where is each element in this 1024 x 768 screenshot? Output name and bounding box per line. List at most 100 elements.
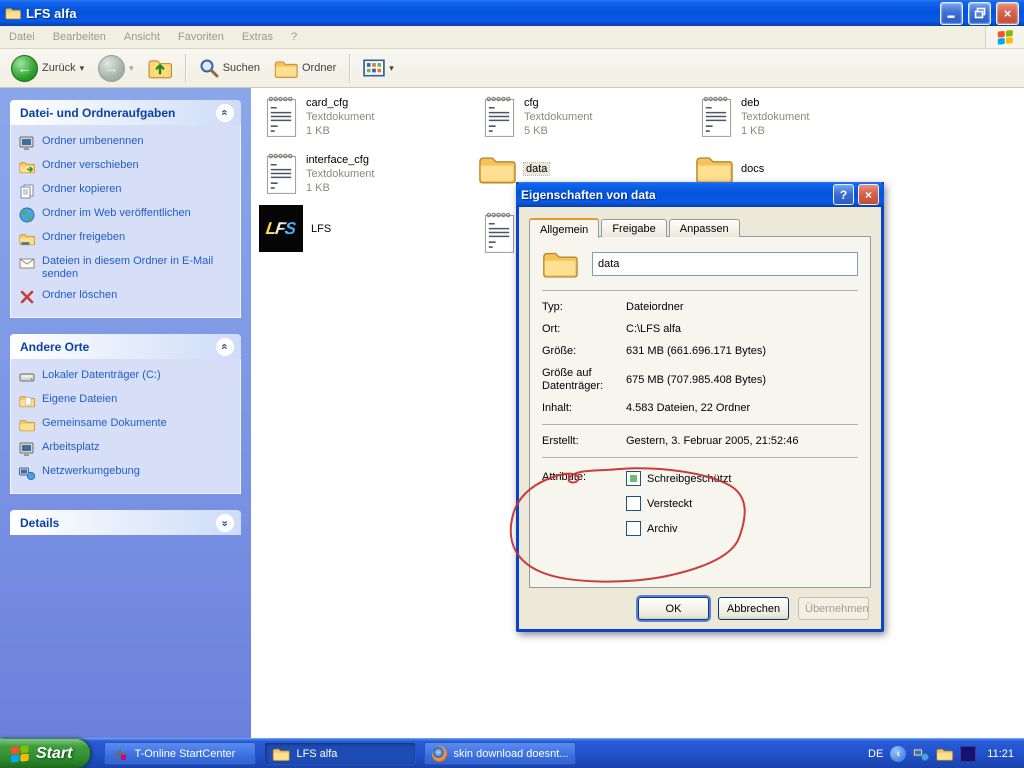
sidebar-item-network[interactable]: Netzwerkumgebung: [19, 465, 232, 481]
sidebar-item-local-disk-c[interactable]: Lokaler Datenträger (C:): [19, 369, 232, 385]
tab-anpassen[interactable]: Anpassen: [668, 219, 740, 237]
taskbar-item-firefox[interactable]: skin download doesnt...: [424, 742, 577, 765]
panel-title: Andere Orte: [20, 339, 90, 354]
checkbox-archiv[interactable]: Archiv: [626, 521, 731, 536]
language-indicator[interactable]: DE: [868, 748, 883, 760]
file-card_cfg[interactable]: card_cfg Textdokument 1 KB: [265, 94, 374, 139]
file-hidden-document[interactable]: [483, 210, 516, 255]
checkbox-empty-icon[interactable]: [626, 496, 641, 511]
property-row-ort: Ort: C:\LFS alfa: [542, 323, 682, 335]
forward-dropdown-icon: ▾: [129, 62, 134, 73]
dialog-title: Eigenschaften von data: [521, 187, 656, 202]
dialog-titlebar[interactable]: Eigenschaften von data ? ×: [516, 182, 884, 207]
up-folder-icon: [148, 57, 172, 79]
folders-button[interactable]: Ordner: [269, 56, 341, 81]
checkbox-schreibgeschuetzt[interactable]: Schreibgeschützt: [626, 471, 731, 486]
ok-button[interactable]: OK: [638, 597, 709, 620]
window-title: LFS alfa: [26, 5, 77, 21]
collapse-chevron-icon[interactable]: »: [215, 102, 235, 123]
taskbar-item-tonline[interactable]: T-Online StartCenter: [104, 742, 257, 765]
search-icon: [199, 58, 219, 78]
window-folder-icon: [5, 5, 21, 21]
desktop: LFS alfa × Datei Bearbeiten Ansicht Favo…: [0, 0, 1024, 768]
file-interface_cfg[interactable]: interface_cfg Textdokument 1 KB: [265, 151, 374, 196]
views-button[interactable]: ▾: [358, 56, 399, 80]
tray-network-icon[interactable]: [913, 746, 929, 762]
tab-freigabe[interactable]: Freigabe: [601, 219, 667, 237]
computer-icon: [19, 441, 35, 457]
task-pane: Datei- und Ordneraufgaben » Ordner umben…: [0, 88, 251, 738]
checkbox-versteckt[interactable]: Versteckt: [626, 496, 731, 511]
tonline-icon: [112, 746, 128, 762]
panel-other-places-header[interactable]: Andere Orte »: [10, 334, 241, 359]
start-button[interactable]: Start: [0, 739, 91, 768]
panel-file-tasks-header[interactable]: Datei- und Ordneraufgaben »: [10, 100, 241, 125]
property-row-groesse: Größe: 631 MB (661.696.171 Bytes): [542, 345, 767, 357]
text-document-icon: [483, 210, 516, 255]
checkbox-mixed-icon[interactable]: [626, 471, 641, 486]
folder-data[interactable]: data: [478, 153, 551, 184]
tab-page-allgemein: Typ: Dateiordner Ort: C:\LFS alfa Größe:…: [529, 236, 871, 588]
collapse-chevron-icon[interactable]: »: [215, 336, 235, 357]
disk-drive-icon: [19, 369, 35, 385]
tab-allgemein[interactable]: Allgemein: [529, 218, 600, 238]
close-button[interactable]: ×: [996, 1, 1019, 25]
toolbar: ← Zurück ▾ → ▾ Suchen Ordner ▾: [0, 49, 1024, 88]
taskbar-item-lfs-alfa[interactable]: LFS alfa: [264, 742, 417, 765]
file-name: card_cfg: [306, 97, 349, 109]
dialog-close-button[interactable]: ×: [858, 184, 879, 205]
menu-bearbeiten[interactable]: Bearbeiten: [44, 31, 115, 43]
sidebar-item-move-folder[interactable]: Ordner verschieben: [19, 159, 232, 175]
sidebar-item-share-folder[interactable]: Ordner freigeben: [19, 231, 232, 247]
search-button[interactable]: Suchen: [194, 55, 265, 81]
tray-folder-icon[interactable]: [936, 747, 953, 761]
folder-name-input[interactable]: [592, 251, 858, 276]
sidebar-item-shared-documents[interactable]: Gemeinsame Dokumente: [19, 417, 232, 433]
restore-button[interactable]: [968, 1, 991, 25]
menu-extras[interactable]: Extras: [233, 31, 282, 43]
divider: [542, 290, 858, 292]
menu-ansicht[interactable]: Ansicht: [115, 31, 169, 43]
dialog-help-button[interactable]: ?: [833, 184, 854, 205]
divider: [542, 457, 858, 459]
tray-collapse-icon[interactable]: ‹: [890, 745, 907, 762]
share-folder-icon: [19, 231, 35, 247]
sidebar-item-email-files[interactable]: Dateien in diesem Ordner in E-Mail sende…: [19, 255, 232, 281]
folder-name: docs: [741, 162, 765, 175]
back-dropdown-icon[interactable]: ▾: [80, 63, 85, 74]
menu-help[interactable]: ?: [282, 31, 306, 43]
taskbar: Start T-Online StartCenter LFS alfa skin…: [0, 738, 1024, 768]
window-titlebar[interactable]: LFS alfa ×: [0, 0, 1024, 26]
rename-folder-icon: [19, 135, 35, 151]
up-button[interactable]: [143, 54, 177, 82]
sidebar-item-publish-web[interactable]: Ordner im Web veröffentlichen: [19, 207, 232, 223]
file-name: LFS: [311, 222, 332, 235]
sidebar-item-delete-folder[interactable]: Ordner löschen: [19, 289, 232, 305]
sidebar-item-rename-folder[interactable]: Ordner umbenennen: [19, 135, 232, 151]
cancel-button[interactable]: Abbrechen: [718, 597, 789, 620]
file-cfg[interactable]: cfg Textdokument 5 KB: [483, 94, 592, 139]
panel-details-header[interactable]: Details »: [10, 510, 241, 535]
file-lfs[interactable]: LFS LFS: [259, 205, 331, 252]
folder-docs[interactable]: docs: [695, 153, 764, 184]
file-name: interface_cfg: [306, 154, 369, 166]
expand-chevron-icon[interactable]: »: [215, 512, 235, 533]
file-name: cfg: [524, 97, 539, 109]
forward-button[interactable]: → ▾: [93, 52, 139, 85]
sidebar-item-my-documents[interactable]: Eigene Dateien: [19, 393, 232, 409]
firefox-icon: [432, 745, 448, 762]
menu-datei[interactable]: Datei: [0, 31, 44, 43]
sidebar-item-copy-folder[interactable]: Ordner kopieren: [19, 183, 232, 199]
move-folder-icon: [19, 159, 35, 175]
file-deb[interactable]: deb Textdokument 1 KB: [700, 94, 809, 139]
minimize-button[interactable]: [940, 1, 963, 25]
checkbox-empty-icon[interactable]: [626, 521, 641, 536]
panel-title: Datei- und Ordneraufgaben: [20, 105, 176, 120]
views-icon: [363, 59, 385, 77]
sidebar-item-my-computer[interactable]: Arbeitsplatz: [19, 441, 232, 457]
tray-app-icon[interactable]: [960, 745, 977, 762]
help-icon: ?: [839, 187, 848, 202]
property-row-inhalt: Inhalt: 4.583 Dateien, 22 Ordner: [542, 402, 751, 414]
menu-favoriten[interactable]: Favoriten: [169, 31, 233, 43]
back-button[interactable]: ← Zurück ▾: [6, 52, 89, 85]
